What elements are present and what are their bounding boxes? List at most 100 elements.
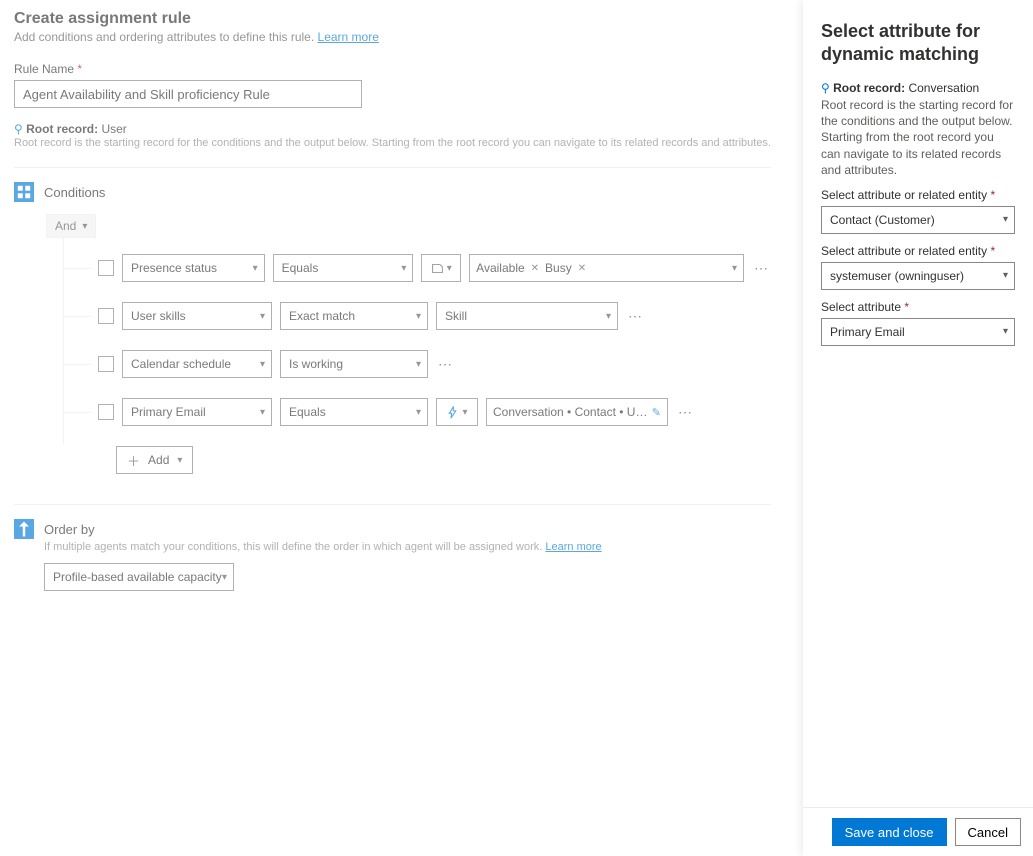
order-by-value: Profile-based available capacity — [53, 570, 222, 584]
chevron-down-icon: ▾ — [82, 221, 87, 232]
order-by-header: Order by — [14, 505, 771, 539]
dynamic-value-toggle[interactable]: ▾ — [436, 398, 478, 426]
required-indicator: * — [990, 188, 995, 202]
chevron-down-icon: ▾ — [462, 407, 467, 418]
panel-dropdown-value: Primary Email — [830, 325, 905, 339]
tag-icon — [431, 262, 444, 275]
root-record-desc: Root record is the starting record for t… — [14, 137, 771, 149]
rule-name-label: Rule Name * — [14, 62, 771, 76]
page-subtitle-text: Add conditions and ordering attributes t… — [14, 30, 318, 44]
row-overflow-menu[interactable]: ⋯ — [626, 308, 645, 325]
panel-dropdown[interactable]: Primary Email▾ — [821, 318, 1015, 346]
chevron-down-icon: ▾ — [606, 311, 611, 322]
panel-root-record: ⚲ Root record: Conversation Root record … — [821, 81, 1015, 178]
panel-root-value: Conversation — [908, 81, 979, 95]
add-label: Add — [148, 453, 169, 467]
panel-field-label-text: Select attribute — [821, 300, 904, 314]
row-checkbox[interactable] — [98, 404, 114, 420]
required-indicator: * — [990, 244, 995, 258]
panel-root-prefix: Root record: — [833, 81, 908, 95]
operator-dropdown[interactable]: Equals▾ — [280, 398, 428, 426]
cancel-button[interactable]: Cancel — [955, 818, 1021, 846]
page-subtitle: Add conditions and ordering attributes t… — [14, 30, 771, 44]
root-record-prefix: Root record: — [26, 122, 101, 136]
attribute-panel: Select attribute for dynamic matching ⚲ … — [803, 0, 1033, 856]
field-value: Presence status — [131, 261, 217, 275]
branch-icon: ⚲ — [14, 122, 26, 136]
rule-name-input[interactable] — [14, 80, 362, 108]
row-checkbox[interactable] — [98, 308, 114, 324]
required-indicator: * — [77, 62, 82, 76]
add-condition-button[interactable]: ＋ Add ▾ — [116, 446, 193, 474]
field-value: Calendar schedule — [131, 357, 231, 371]
field-dropdown[interactable]: Calendar schedule ▾ — [122, 350, 272, 378]
field-dropdown[interactable]: Primary Email ▾ — [122, 398, 272, 426]
chevron-down-icon: ▾ — [253, 263, 258, 274]
condition-row: User skills▾ Exact match▾ Skill ▾ ⋯ — [46, 292, 771, 340]
chevron-down-icon: ▾ — [1003, 214, 1008, 225]
row-checkbox[interactable] — [98, 260, 114, 276]
chevron-down-icon: ▾ — [401, 263, 406, 274]
operator-value: Exact match — [289, 309, 355, 323]
chevron-down-icon: ▾ — [260, 407, 265, 418]
rule-name-label-text: Rule Name — [14, 62, 77, 76]
panel-field-label-text: Select attribute or related entity — [821, 244, 990, 258]
row-checkbox[interactable] — [98, 356, 114, 372]
condition-row: Primary Email ▾ Equals▾ ▾ Conversation • … — [46, 388, 771, 436]
order-by-icon — [14, 519, 34, 539]
panel-dropdown[interactable]: systemuser (owninguser)▾ — [821, 262, 1015, 290]
panel-dropdown[interactable]: Contact (Customer) ▾ — [821, 206, 1015, 234]
panel-dropdown-value: Contact (Customer) — [830, 213, 935, 227]
panel-field: Select attribute or related entity * Con… — [821, 188, 1015, 234]
field-dropdown[interactable]: Presence status ▾ — [122, 254, 265, 282]
remove-tag-icon[interactable]: ✕ — [578, 263, 586, 274]
panel-field-label: Select attribute or related entity * — [821, 188, 1015, 202]
row-overflow-menu[interactable]: ⋯ — [436, 356, 455, 373]
row-overflow-menu[interactable]: ⋯ — [676, 404, 695, 421]
panel-field: Select attribute * Primary Email▾ — [821, 300, 1015, 346]
conditions-header: Conditions — [14, 168, 771, 202]
group-operator-chip[interactable]: And ▾ — [46, 214, 96, 238]
chevron-down-icon: ▾ — [1003, 270, 1008, 281]
operator-dropdown[interactable]: Exact match▾ — [280, 302, 428, 330]
skill-dropdown[interactable]: Skill ▾ — [436, 302, 618, 330]
chevron-down-icon: ▾ — [447, 263, 452, 274]
save-and-close-button[interactable]: Save and close — [832, 818, 947, 846]
panel-field-label-text: Select attribute or related entity — [821, 188, 990, 202]
learn-more-link[interactable]: Learn more — [318, 30, 379, 44]
value-tag: Busy ✕ — [545, 261, 586, 275]
chevron-down-icon: ▾ — [177, 455, 182, 466]
order-by-dropdown[interactable]: Profile-based available capacity▾ — [44, 563, 234, 591]
skill-value: Skill — [445, 309, 467, 323]
remove-tag-icon[interactable]: ✕ — [531, 263, 539, 274]
field-value: Primary Email — [131, 405, 206, 419]
edit-icon[interactable]: ✎ — [652, 406, 661, 419]
field-dropdown[interactable]: User skills▾ — [122, 302, 272, 330]
order-by-title: Order by — [44, 522, 95, 537]
panel-field: Select attribute or related entity * sys… — [821, 244, 1015, 290]
panel-title: Select attribute for dynamic matching — [821, 20, 1015, 65]
lightning-icon — [446, 406, 459, 419]
operator-value: Equals — [282, 261, 319, 275]
operator-dropdown[interactable]: Is working ▾ — [280, 350, 428, 378]
tag-label: Available — [476, 261, 524, 275]
required-indicator: * — [904, 300, 909, 314]
dynamic-value-box[interactable]: Conversation • Contact • User • P... ✎ — [486, 398, 668, 426]
row-overflow-menu[interactable]: ⋯ — [752, 260, 771, 277]
operator-value: Is working — [289, 357, 343, 371]
chevron-down-icon: ▾ — [416, 359, 421, 370]
chevron-down-icon: ▾ — [732, 263, 737, 274]
conditions-icon — [14, 182, 34, 202]
group-operator-label: And — [55, 219, 76, 233]
rule-name-field: Rule Name * — [14, 62, 771, 108]
order-by-learn-more-link[interactable]: Learn more — [545, 541, 601, 553]
value-tagbox[interactable]: Available ✕ Busy ✕ ▾ — [469, 254, 744, 282]
chevron-down-icon: ▾ — [260, 359, 265, 370]
tag-label: Busy — [545, 261, 572, 275]
conditions-title: Conditions — [44, 185, 105, 200]
value-type-toggle[interactable]: ▾ — [421, 254, 461, 282]
branch-icon: ⚲ — [821, 81, 833, 95]
operator-dropdown[interactable]: Equals ▾ — [273, 254, 414, 282]
value-tag: Available ✕ — [476, 261, 539, 275]
operator-value: Equals — [289, 405, 326, 419]
